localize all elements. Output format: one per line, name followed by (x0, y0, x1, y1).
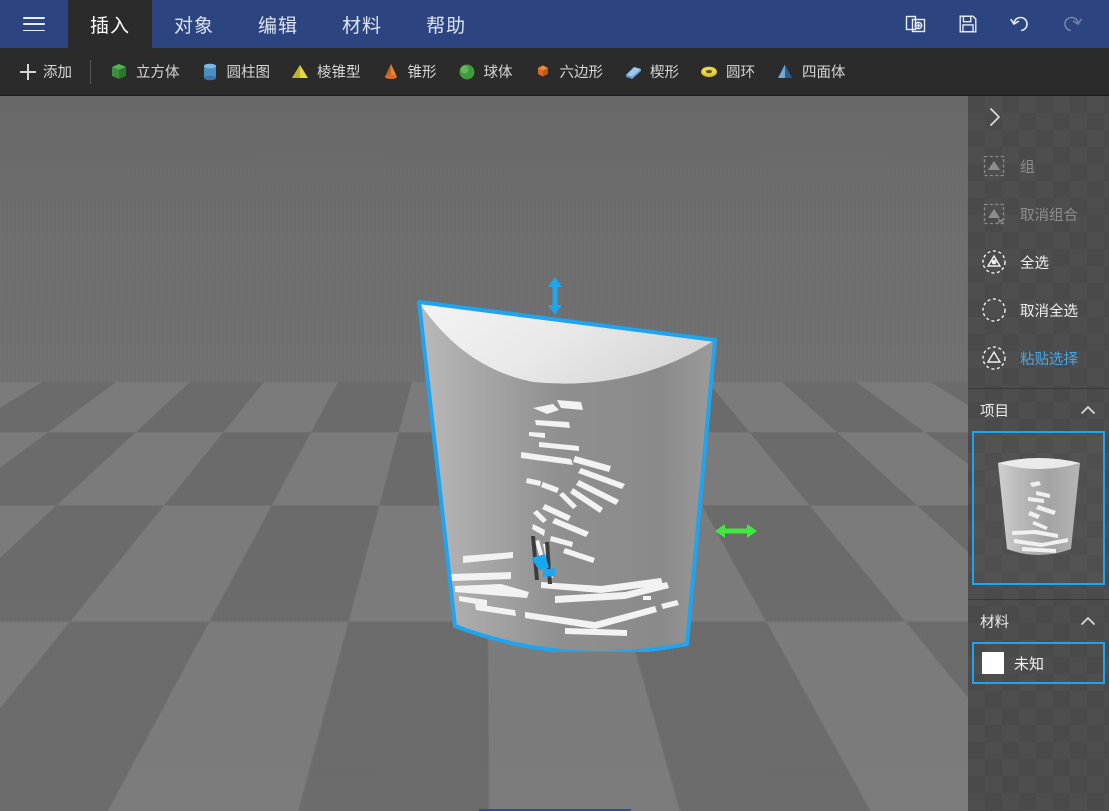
cup-thumbnail (986, 449, 1092, 567)
sidebar-action-group-label: 组 (1020, 159, 1035, 176)
cylinder-icon (200, 62, 220, 82)
chevron-up-icon-material[interactable] (1079, 612, 1097, 630)
shape-cone[interactable]: 锥形 (371, 54, 447, 90)
shape-cylinder-label: 圆柱图 (226, 65, 271, 81)
shape-tetrahedron-label: 四面体 (802, 65, 846, 81)
sidebar-action-ungroup: 取消组合 (968, 190, 1109, 238)
shape-pyramid[interactable]: 棱锥型 (280, 54, 371, 90)
shape-pyramid-label: 棱锥型 (317, 65, 361, 81)
menu-tab-help[interactable]: 帮助 (404, 0, 488, 48)
menubar-actions (901, 0, 1109, 48)
shape-cone-label: 锥形 (407, 65, 437, 81)
shape-cube-label: 立方体 (136, 65, 180, 81)
shape-wedge[interactable]: 楔形 (613, 54, 689, 90)
sidebar-action-deselect-all-label: 取消全选 (1020, 303, 1078, 320)
material-label: 未知 (1014, 654, 1045, 673)
gizmo-arrow-vertical[interactable] (545, 276, 565, 316)
shape-toolbar: 添加 立方体 圆柱图 棱锥型 锥形 球体 六边形 楔形 圆环 四面体 (0, 48, 1109, 96)
panel-header-project[interactable]: 项目 (968, 389, 1109, 431)
shape-sphere[interactable]: 球体 (447, 54, 523, 90)
sidebar-content: 组 取消组合 全选 取消全选 粘贴选择 项目 材料 未知 (968, 96, 1109, 684)
tetrahedron-icon (775, 62, 795, 82)
ungroup-icon (980, 200, 1008, 228)
viewport-3d[interactable]: 0 毫米 (0, 96, 968, 811)
sidebar-action-deselect-all[interactable]: 取消全选 (968, 286, 1109, 334)
sidebar-action-select-all[interactable]: 全选 (968, 238, 1109, 286)
shape-torus[interactable]: 圆环 (689, 54, 765, 90)
undo-icon[interactable] (1005, 9, 1035, 39)
sidebar-action-paste-selection[interactable]: 粘贴选择 (968, 334, 1109, 382)
shape-tetrahedron[interactable]: 四面体 (765, 54, 856, 90)
add-button-label: 添加 (43, 65, 72, 81)
app-root: 插入 对象 编辑 材料 帮助 添加 立方体 圆柱图 棱锥型 锥形 球体 六边形 … (0, 0, 1109, 811)
shape-cylinder[interactable]: 圆柱图 (190, 54, 281, 90)
cup-model[interactable] (415, 296, 721, 652)
pyramid-icon (290, 62, 310, 82)
menu-tabs: 插入 对象 编辑 材料 帮助 (68, 0, 488, 48)
shape-hexagon[interactable]: 六边形 (523, 54, 614, 90)
menubar-spacer (488, 0, 901, 48)
cube-icon (109, 62, 129, 82)
chevron-up-icon[interactable] (1079, 401, 1097, 419)
deselect-all-icon (980, 296, 1008, 324)
menu-tab-material[interactable]: 材料 (320, 0, 404, 48)
sidebar-action-select-all-label: 全选 (1020, 255, 1049, 272)
right-sidebar: 组 取消组合 全选 取消全选 粘贴选择 项目 材料 未知 (968, 96, 1109, 811)
hexagon-icon (533, 62, 553, 82)
paste-selection-icon (980, 344, 1008, 372)
toolbar-divider (90, 59, 91, 84)
panel-title-project: 项目 (980, 403, 1009, 420)
sidebar-collapse-button[interactable] (968, 96, 1109, 142)
menu-tab-insert[interactable]: 插入 (68, 0, 153, 48)
sidebar-action-ungroup-label: 取消组合 (1020, 207, 1078, 224)
add-button[interactable]: 添加 (10, 54, 82, 90)
torus-icon (699, 62, 719, 82)
project-item-cup[interactable] (972, 431, 1105, 585)
hamburger-bars (23, 17, 45, 31)
menu-tab-edit[interactable]: 编辑 (236, 0, 320, 48)
plus-icon (20, 63, 36, 80)
panel-title-material: 材料 (980, 614, 1009, 631)
wedge-icon (623, 62, 643, 82)
top-menu-bar: 插入 对象 编辑 材料 帮助 (0, 0, 1109, 48)
shape-wedge-label: 楔形 (650, 65, 679, 81)
save-icon[interactable] (953, 9, 983, 39)
cone-icon (381, 62, 401, 82)
hamburger-menu-icon[interactable] (0, 0, 68, 48)
material-item-unknown[interactable]: 未知 (972, 642, 1105, 684)
shape-cube[interactable]: 立方体 (99, 54, 190, 90)
group-icon (980, 152, 1008, 180)
material-swatch (982, 652, 1004, 674)
panel-header-material[interactable]: 材料 (968, 600, 1109, 642)
chevron-right-icon (986, 104, 1004, 134)
sphere-icon (457, 62, 477, 82)
menu-tab-object[interactable]: 对象 (152, 0, 236, 48)
shape-sphere-label: 球体 (483, 65, 513, 81)
gizmo-arrow-horizontal[interactable] (714, 521, 758, 541)
redo-icon (1057, 9, 1087, 39)
select-all-icon (980, 248, 1008, 276)
sidebar-action-group: 组 (968, 142, 1109, 190)
shape-torus-label: 圆环 (726, 65, 755, 81)
shape-hexagon-label: 六边形 (559, 65, 604, 81)
import-icon[interactable] (901, 9, 931, 39)
sidebar-action-paste-selection-label: 粘贴选择 (1020, 351, 1078, 368)
